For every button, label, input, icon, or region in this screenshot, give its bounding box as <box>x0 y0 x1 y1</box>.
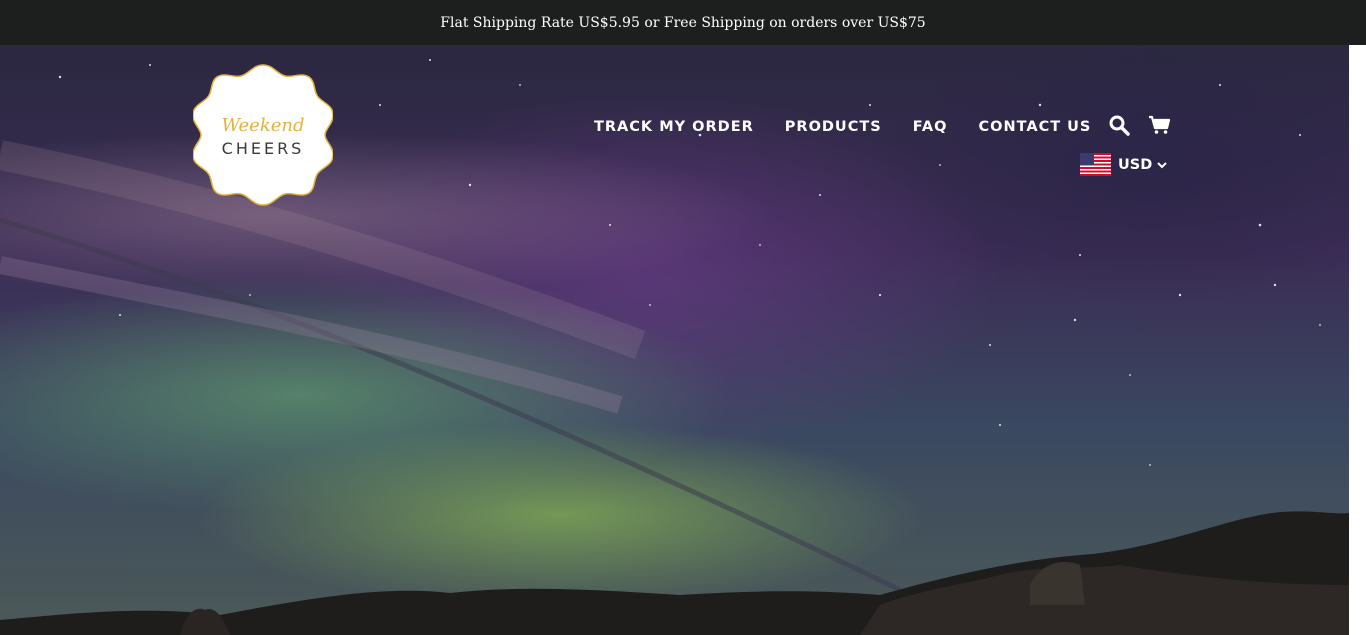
chevron-down-icon <box>1157 161 1167 168</box>
main-nav: TRACK MY ORDER PRODUCTS FAQ CONTACT US <box>594 116 1091 138</box>
logo-brand-text: CHEERS <box>222 139 305 158</box>
us-flag-icon <box>1080 153 1111 176</box>
announcement-text: Flat Shipping Rate US$5.95 or Free Shipp… <box>440 14 926 31</box>
search-icon[interactable] <box>1108 114 1132 136</box>
announcement-bar: Flat Shipping Rate US$5.95 or Free Shipp… <box>0 0 1366 45</box>
currency-label: USD <box>1118 156 1153 173</box>
page-scrollbar[interactable] <box>1349 45 1366 635</box>
nav-faq[interactable]: FAQ <box>913 119 948 135</box>
store-logo[interactable]: Weekend CHEERS <box>193 62 333 208</box>
nav-contact-us[interactable]: CONTACT US <box>978 119 1091 135</box>
nav-products[interactable]: PRODUCTS <box>785 119 882 135</box>
logo-script-text: Weekend <box>221 115 304 136</box>
cart-icon[interactable] <box>1148 114 1172 136</box>
currency-selector[interactable]: USD <box>1080 153 1167 176</box>
nav-track-my-order[interactable]: TRACK MY ORDER <box>594 119 754 135</box>
